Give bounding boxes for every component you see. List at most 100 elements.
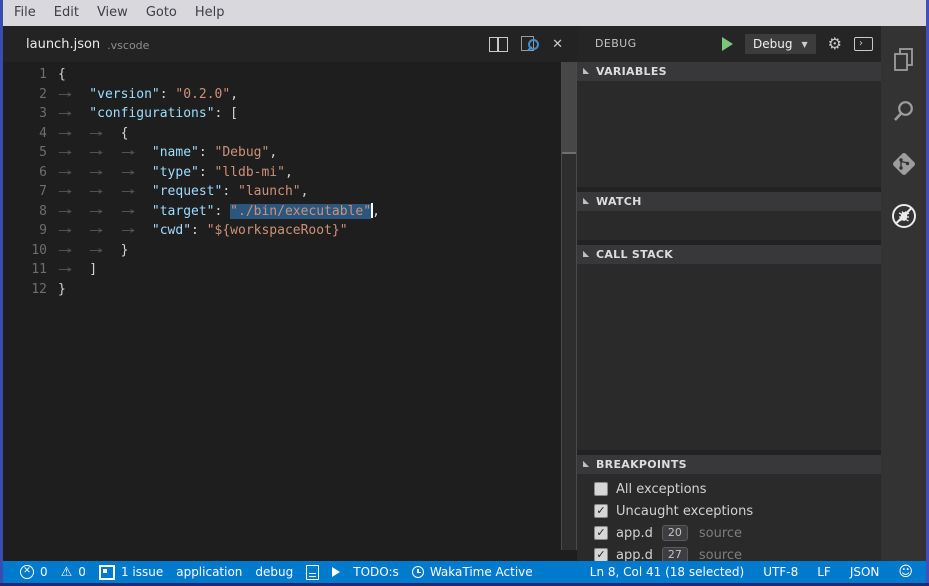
document-icon [306, 565, 319, 580]
section-label-variables: VARIABLES [596, 65, 667, 78]
language-mode-label: JSON [850, 565, 880, 579]
twistie-icon: ◣ [583, 197, 589, 205]
code-segment: "type" [152, 165, 199, 180]
line-number: 6 [3, 163, 47, 183]
menu-item-file[interactable]: File [5, 0, 45, 26]
line-number: 2 [3, 85, 47, 105]
eol-status[interactable]: LF [817, 565, 831, 579]
language-mode-status[interactable]: JSON [850, 565, 880, 579]
selected-text: "./bin/executable" [230, 204, 371, 219]
feedback-status[interactable]: ☺ [898, 565, 913, 579]
code-line-10: 10} [3, 241, 561, 261]
line-number-badge: 20 [662, 525, 688, 541]
git-scm-icon[interactable] [881, 144, 926, 184]
todo-label: TODO:s [353, 565, 399, 579]
close-editor-icon[interactable]: ✕ [552, 38, 563, 51]
checkbox-checked-icon[interactable]: ✓ [594, 548, 608, 562]
editor-scrollbar-thumb[interactable] [562, 62, 576, 154]
menu-item-goto[interactable]: Goto [137, 0, 186, 26]
debug-config-dropdown[interactable]: Debug ▼ [745, 34, 816, 54]
line-number: 1 [3, 65, 47, 85]
open-preview-icon[interactable] [521, 36, 539, 52]
watch-body[interactable] [577, 211, 881, 240]
menu-item-help[interactable]: Help [186, 0, 234, 26]
code-line-3: 3"configurations": [ [3, 104, 561, 124]
checkbox-checked-icon[interactable]: ✓ [594, 504, 608, 518]
code-segment: : [222, 184, 238, 199]
tab-launch-json[interactable]: launch.json .vscode [26, 26, 149, 62]
status-bar: ✕ 0 ⚠ 0 1 issue application debug [3, 561, 926, 583]
code-editor[interactable]: 1{2"version": "0.2.0",3"configurations":… [3, 62, 561, 561]
code-lines: 1{2"version": "0.2.0",3"configurations":… [3, 65, 561, 299]
wakatime-label: WakaTime Active [430, 565, 533, 579]
eol-label: LF [817, 565, 831, 579]
code-segment: "lldb-mi" [215, 165, 285, 180]
twistie-icon: ◣ [583, 67, 589, 75]
debug-disabled-icon[interactable] [881, 196, 926, 236]
section-header-breakpoints[interactable]: ◣ BREAKPOINTS [577, 455, 881, 474]
code-segment: "target" [152, 204, 215, 219]
code-segment: "0.2.0" [175, 87, 230, 102]
run-status[interactable] [332, 567, 340, 577]
split-editor-icon[interactable] [489, 37, 508, 52]
code-segment [58, 104, 89, 124]
checkbox-checked-icon[interactable]: ✓ [594, 526, 608, 540]
breakpoint-row[interactable]: All exceptions [577, 478, 881, 500]
code-segment [89, 182, 120, 202]
menu-item-edit[interactable]: Edit [45, 0, 88, 26]
code-segment: : [199, 145, 215, 160]
code-segment: , [230, 87, 238, 102]
code-line-9: 9"cwd": "${workspaceRoot}" [3, 221, 561, 241]
code-segment: : [199, 165, 215, 180]
start-debug-icon[interactable] [722, 37, 733, 51]
breakpoint-row[interactable]: ✓app.d20source [577, 522, 881, 544]
project-status[interactable]: application [176, 565, 242, 579]
menu-item-view[interactable]: View [88, 0, 137, 26]
issues-status[interactable]: 1 issue [99, 565, 163, 580]
debug-console-icon[interactable]: › [854, 37, 873, 51]
smiley-icon: ☺ [898, 565, 913, 579]
warning-status[interactable]: ⚠ 0 [61, 565, 86, 579]
workbench: launch.json .vscode ✕ 1{2"version": "0.2… [3, 26, 926, 561]
error-status[interactable]: ✕ 0 [20, 565, 48, 579]
encoding-status[interactable]: UTF-8 [763, 565, 798, 579]
configure-gear-icon[interactable]: ⚙ [828, 36, 842, 52]
section-header-variables[interactable]: ◣ VARIABLES [577, 62, 881, 81]
todo-status[interactable]: TODO:s [353, 565, 399, 579]
section-header-call-stack[interactable]: ◣ CALL STACK [577, 245, 881, 264]
code-line-7: 7"request": "launch", [3, 182, 561, 202]
variables-body[interactable] [577, 81, 881, 187]
code-segment: "${workspaceRoot}" [207, 223, 348, 238]
twistie-icon: ◣ [583, 460, 589, 468]
search-icon[interactable] [881, 92, 926, 132]
code-segment: : [191, 223, 207, 238]
cursor-position-status[interactable]: Ln 8, Col 41 (18 selected) [590, 565, 744, 579]
line-number: 12 [3, 280, 47, 300]
code-segment: ] [89, 262, 97, 277]
code-line-12: 12} [3, 280, 561, 300]
code-segment: "name" [152, 145, 199, 160]
section-label-breakpoints: BREAKPOINTS [596, 458, 687, 471]
code-segment: "request" [152, 184, 222, 199]
window-border-left [0, 0, 3, 586]
code-segment [121, 182, 152, 202]
editor-scrollbar[interactable] [561, 62, 577, 550]
code-line-4: 4{ [3, 124, 561, 144]
code-line-8: 8"target": "./bin/executable", [3, 202, 561, 222]
build-config-status[interactable]: debug [255, 565, 293, 579]
code-segment: "Debug" [215, 145, 270, 160]
debug-config-label: Debug [753, 37, 792, 51]
section-label-call-stack: CALL STACK [596, 248, 673, 261]
call-stack-body[interactable] [577, 264, 881, 450]
wakatime-status[interactable]: WakaTime Active [412, 565, 533, 579]
explorer-files-icon[interactable] [881, 40, 926, 80]
checkbox-unchecked-icon[interactable] [594, 482, 608, 496]
line-number: 4 [3, 124, 47, 144]
breakpoint-row[interactable]: ✓Uncaught exceptions [577, 500, 881, 522]
line-number: 11 [3, 260, 47, 280]
code-segment: } [121, 243, 129, 258]
document-status[interactable] [306, 565, 319, 580]
line-number: 8 [3, 202, 47, 222]
section-header-watch[interactable]: ◣ WATCH [577, 192, 881, 211]
line-number: 5 [3, 143, 47, 163]
